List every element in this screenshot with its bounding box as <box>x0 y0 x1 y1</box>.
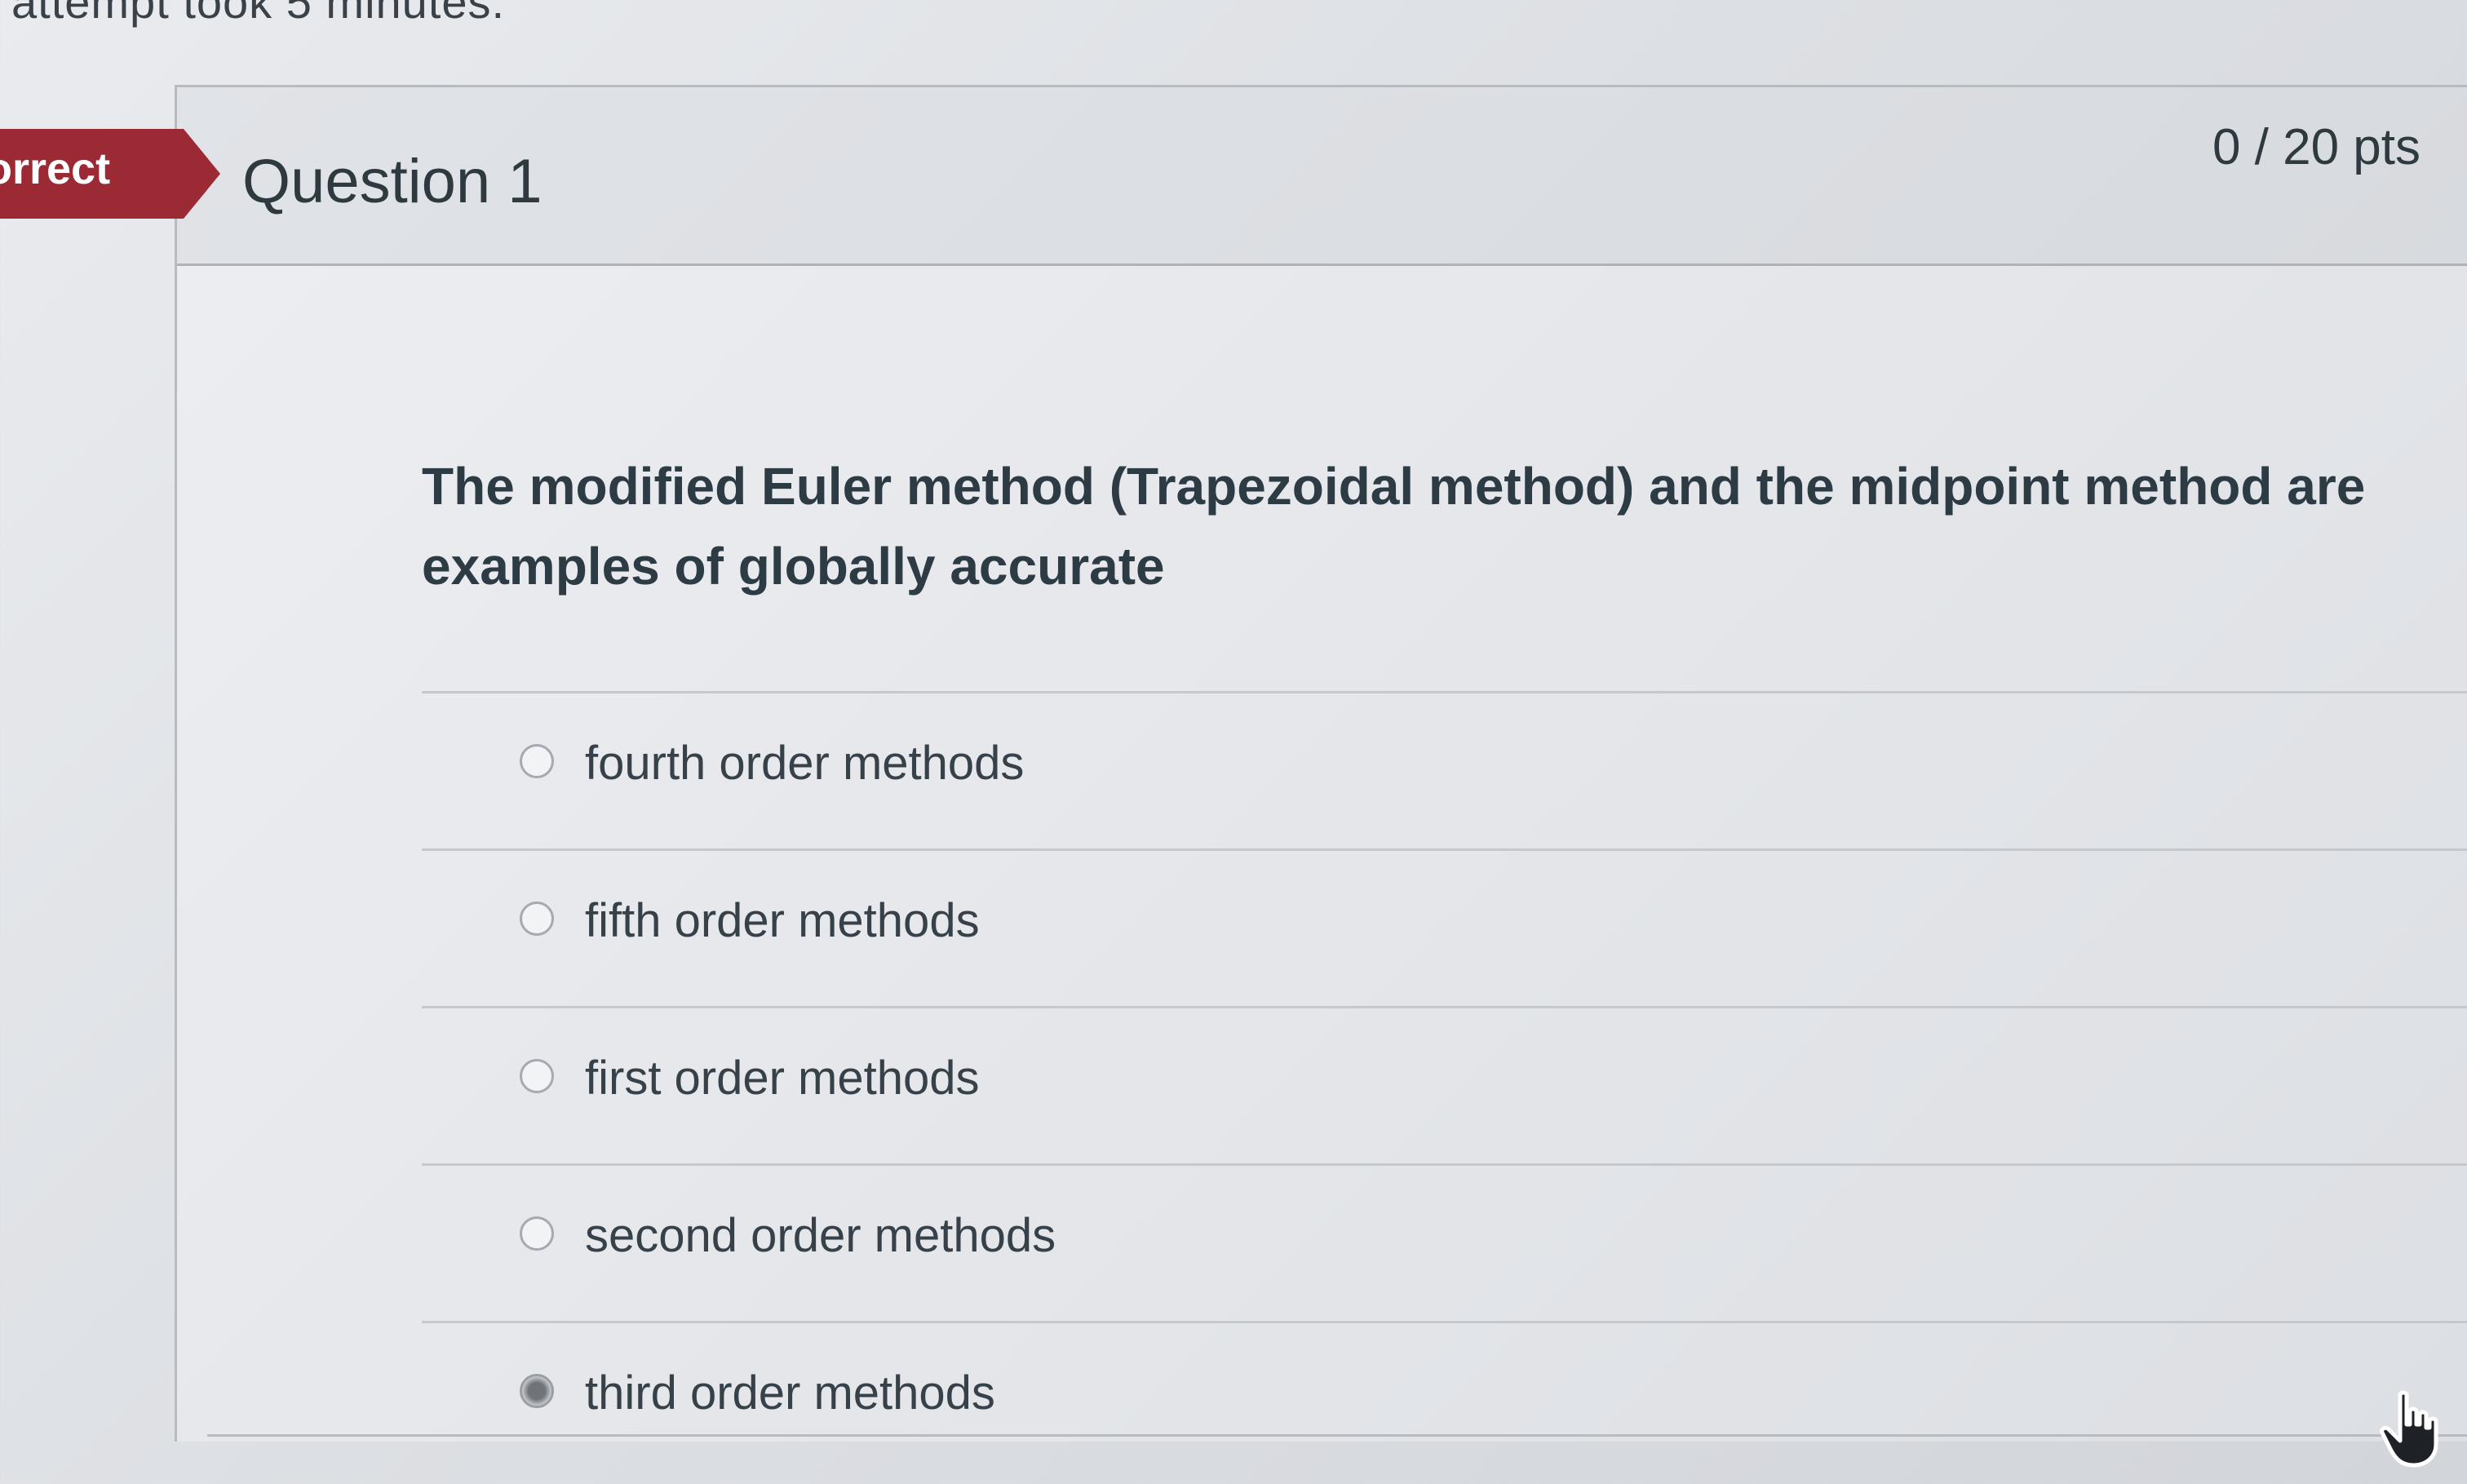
answer-label: fifth order methods <box>585 894 980 947</box>
question-title: Question 1 <box>242 147 543 216</box>
radio-button-icon[interactable] <box>520 744 554 778</box>
answer-option-third-order[interactable]: third order methods <box>422 1323 2467 1478</box>
radio-button-icon[interactable] <box>520 1059 554 1093</box>
answer-label: fourth order methods <box>585 737 1025 790</box>
attempt-duration-text: attempt took 5 minutes. <box>11 0 506 28</box>
answer-label: third order methods <box>585 1367 995 1420</box>
incorrect-status-flag: orrect <box>0 129 220 219</box>
question-prompt: The modified Euler method (Trapezoidal m… <box>422 457 2366 596</box>
radio-button-icon[interactable] <box>520 901 554 936</box>
hand-pointer-icon <box>2380 1390 2438 1468</box>
answer-label: first order methods <box>585 1052 980 1105</box>
radio-button-selected-icon[interactable] <box>520 1374 554 1408</box>
answer-label: second order methods <box>585 1209 1056 1262</box>
radio-button-icon[interactable] <box>520 1216 554 1251</box>
answer-option-second-order[interactable]: second order methods <box>422 1166 2467 1323</box>
answer-option-fourth-order[interactable]: fourth order methods <box>422 693 2467 851</box>
status-label: orrect <box>0 144 111 193</box>
answer-option-first-order[interactable]: first order methods <box>422 1008 2467 1166</box>
question-header: Question 1 0 / 20 pts <box>177 87 2467 266</box>
question-card: Question 1 0 / 20 pts The modified Euler… <box>175 85 2467 1442</box>
question-points: 0 / 20 pts <box>2212 119 2420 175</box>
answer-option-fifth-order[interactable]: fifth order methods <box>422 851 2467 1008</box>
card-bottom-border <box>207 1434 2467 1437</box>
